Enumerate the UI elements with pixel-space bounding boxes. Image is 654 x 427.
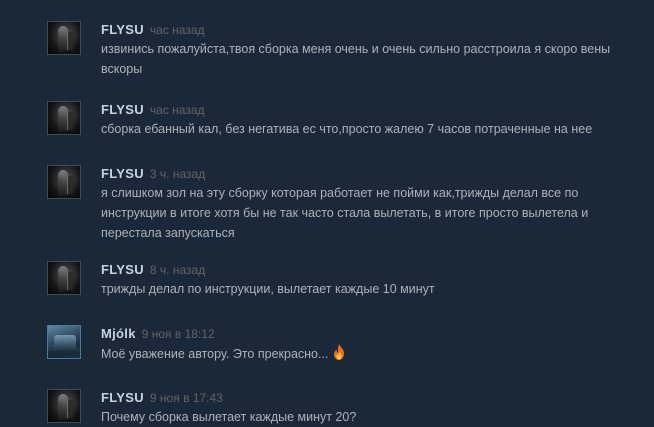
comment-header: FLYSU час назад xyxy=(101,101,205,117)
comment-text: трижды делал по инструкции, вылетает каж… xyxy=(101,282,435,296)
avatar[interactable] xyxy=(47,389,81,423)
comment-timestamp: 3 ч. назад xyxy=(149,167,206,181)
comment-feed: FLYSU час назад извинись пожалуйста,твоя … xyxy=(0,0,654,426)
comment-text: сборка ебанный кал, без негатива ес что,… xyxy=(101,122,593,136)
avatar[interactable] xyxy=(47,101,81,135)
author-name[interactable]: FLYSU xyxy=(101,262,144,277)
comment-text-line: Моё уважение автору. Это прекрасно... xyxy=(101,343,641,367)
comment-timestamp: 8 ч. назад xyxy=(149,263,206,277)
comment-header: FLYSU 9 ноя в 17:43 xyxy=(101,389,223,405)
comment-text: Почему сборка вылетает каждые минут 20? xyxy=(101,410,357,424)
author-name[interactable]: FLYSU xyxy=(101,166,144,181)
avatar[interactable] xyxy=(47,261,81,295)
comment-header: FLYSU 3 ч. назад xyxy=(101,165,205,181)
author-name[interactable]: Mjólk xyxy=(101,326,136,341)
fire-emoji-icon xyxy=(330,343,348,367)
comment-timestamp: час назад xyxy=(149,103,205,117)
author-name[interactable]: FLYSU xyxy=(101,22,144,37)
comment-text: я слишком зол на эту сборку которая рабо… xyxy=(101,186,589,240)
avatar[interactable] xyxy=(47,165,81,199)
comment-timestamp: 9 ноя в 18:12 xyxy=(141,327,215,341)
comment-text: Моё уважение автору. Это прекрасно... xyxy=(101,347,329,361)
comment-header: FLYSU 8 ч. назад xyxy=(101,261,205,277)
comment-header: FLYSU час назад xyxy=(101,21,205,37)
comment-header: Mjólk 9 ноя в 18:12 xyxy=(101,325,215,341)
author-name[interactable]: FLYSU xyxy=(101,390,144,405)
comment-text: извинись пожалуйста,твоя сборка меня оче… xyxy=(101,42,611,76)
comment-timestamp: час назад xyxy=(149,23,205,37)
author-name[interactable]: FLYSU xyxy=(101,102,144,117)
avatar[interactable] xyxy=(47,21,81,55)
avatar[interactable] xyxy=(47,325,81,359)
comment-timestamp: 9 ноя в 17:43 xyxy=(149,391,223,405)
